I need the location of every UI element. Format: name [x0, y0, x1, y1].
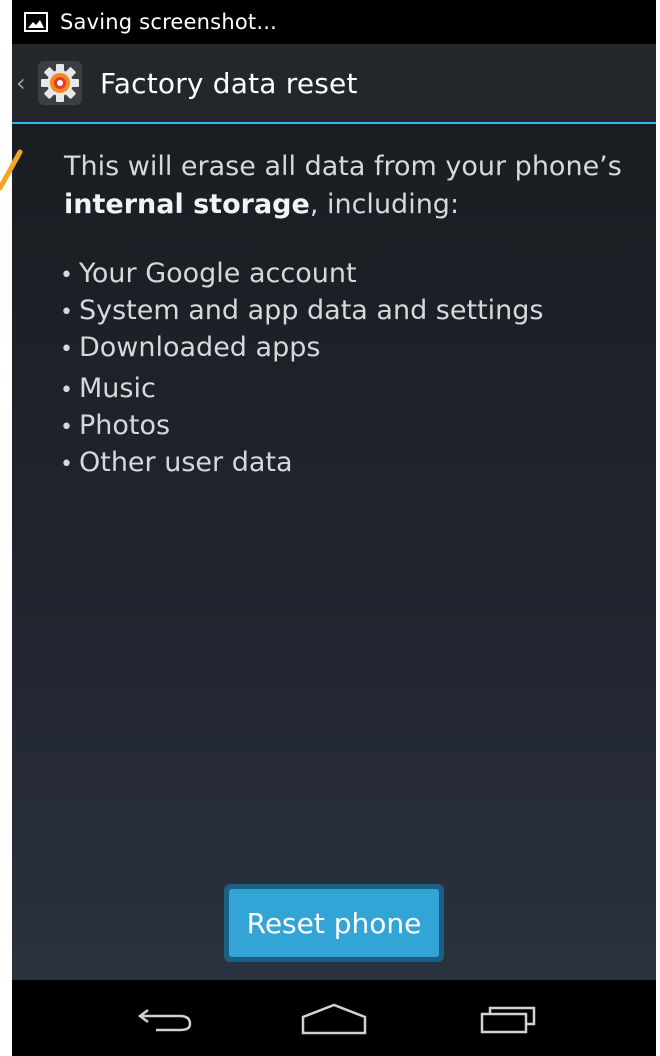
- home-icon[interactable]: [274, 982, 394, 1056]
- intro-suffix: , including:: [309, 189, 460, 220]
- list-item: • Downloaded apps: [60, 332, 321, 363]
- intro-bold: internal storage: [64, 189, 310, 220]
- navigation-bar: [12, 982, 656, 1056]
- intro-text: This will erase all data from your phone…: [64, 148, 644, 224]
- recent-apps-icon[interactable]: [448, 982, 568, 1056]
- reset-phone-button[interactable]: Reset phone: [229, 889, 439, 957]
- back-arrow-icon[interactable]: [106, 982, 226, 1056]
- list-item: • Music: [60, 373, 156, 404]
- annotation-arrow-line: [0, 149, 23, 191]
- list-item: • Photos: [60, 410, 171, 441]
- list-item: • Other user data: [60, 447, 293, 478]
- page-title: Factory data reset: [100, 66, 358, 100]
- status-bar: Saving screenshot...: [12, 0, 656, 44]
- phone-screen: Saving screenshot... ‹ Factory data rese…: [12, 0, 656, 1056]
- intro-prefix: This will erase all data from your phone…: [64, 151, 622, 182]
- action-bar[interactable]: ‹ Factory data reset: [12, 44, 656, 124]
- list-item: • Your Google account: [60, 258, 357, 289]
- reset-description: This will erase all data from your phone…: [12, 124, 656, 980]
- reset-button-focus-ring: Reset phone: [224, 884, 444, 962]
- erased-data-list: • Your Google account • System and app dat…: [60, 256, 543, 482]
- list-item: • System and app data and settings: [60, 295, 544, 326]
- status-notification-text: Saving screenshot...: [60, 10, 277, 34]
